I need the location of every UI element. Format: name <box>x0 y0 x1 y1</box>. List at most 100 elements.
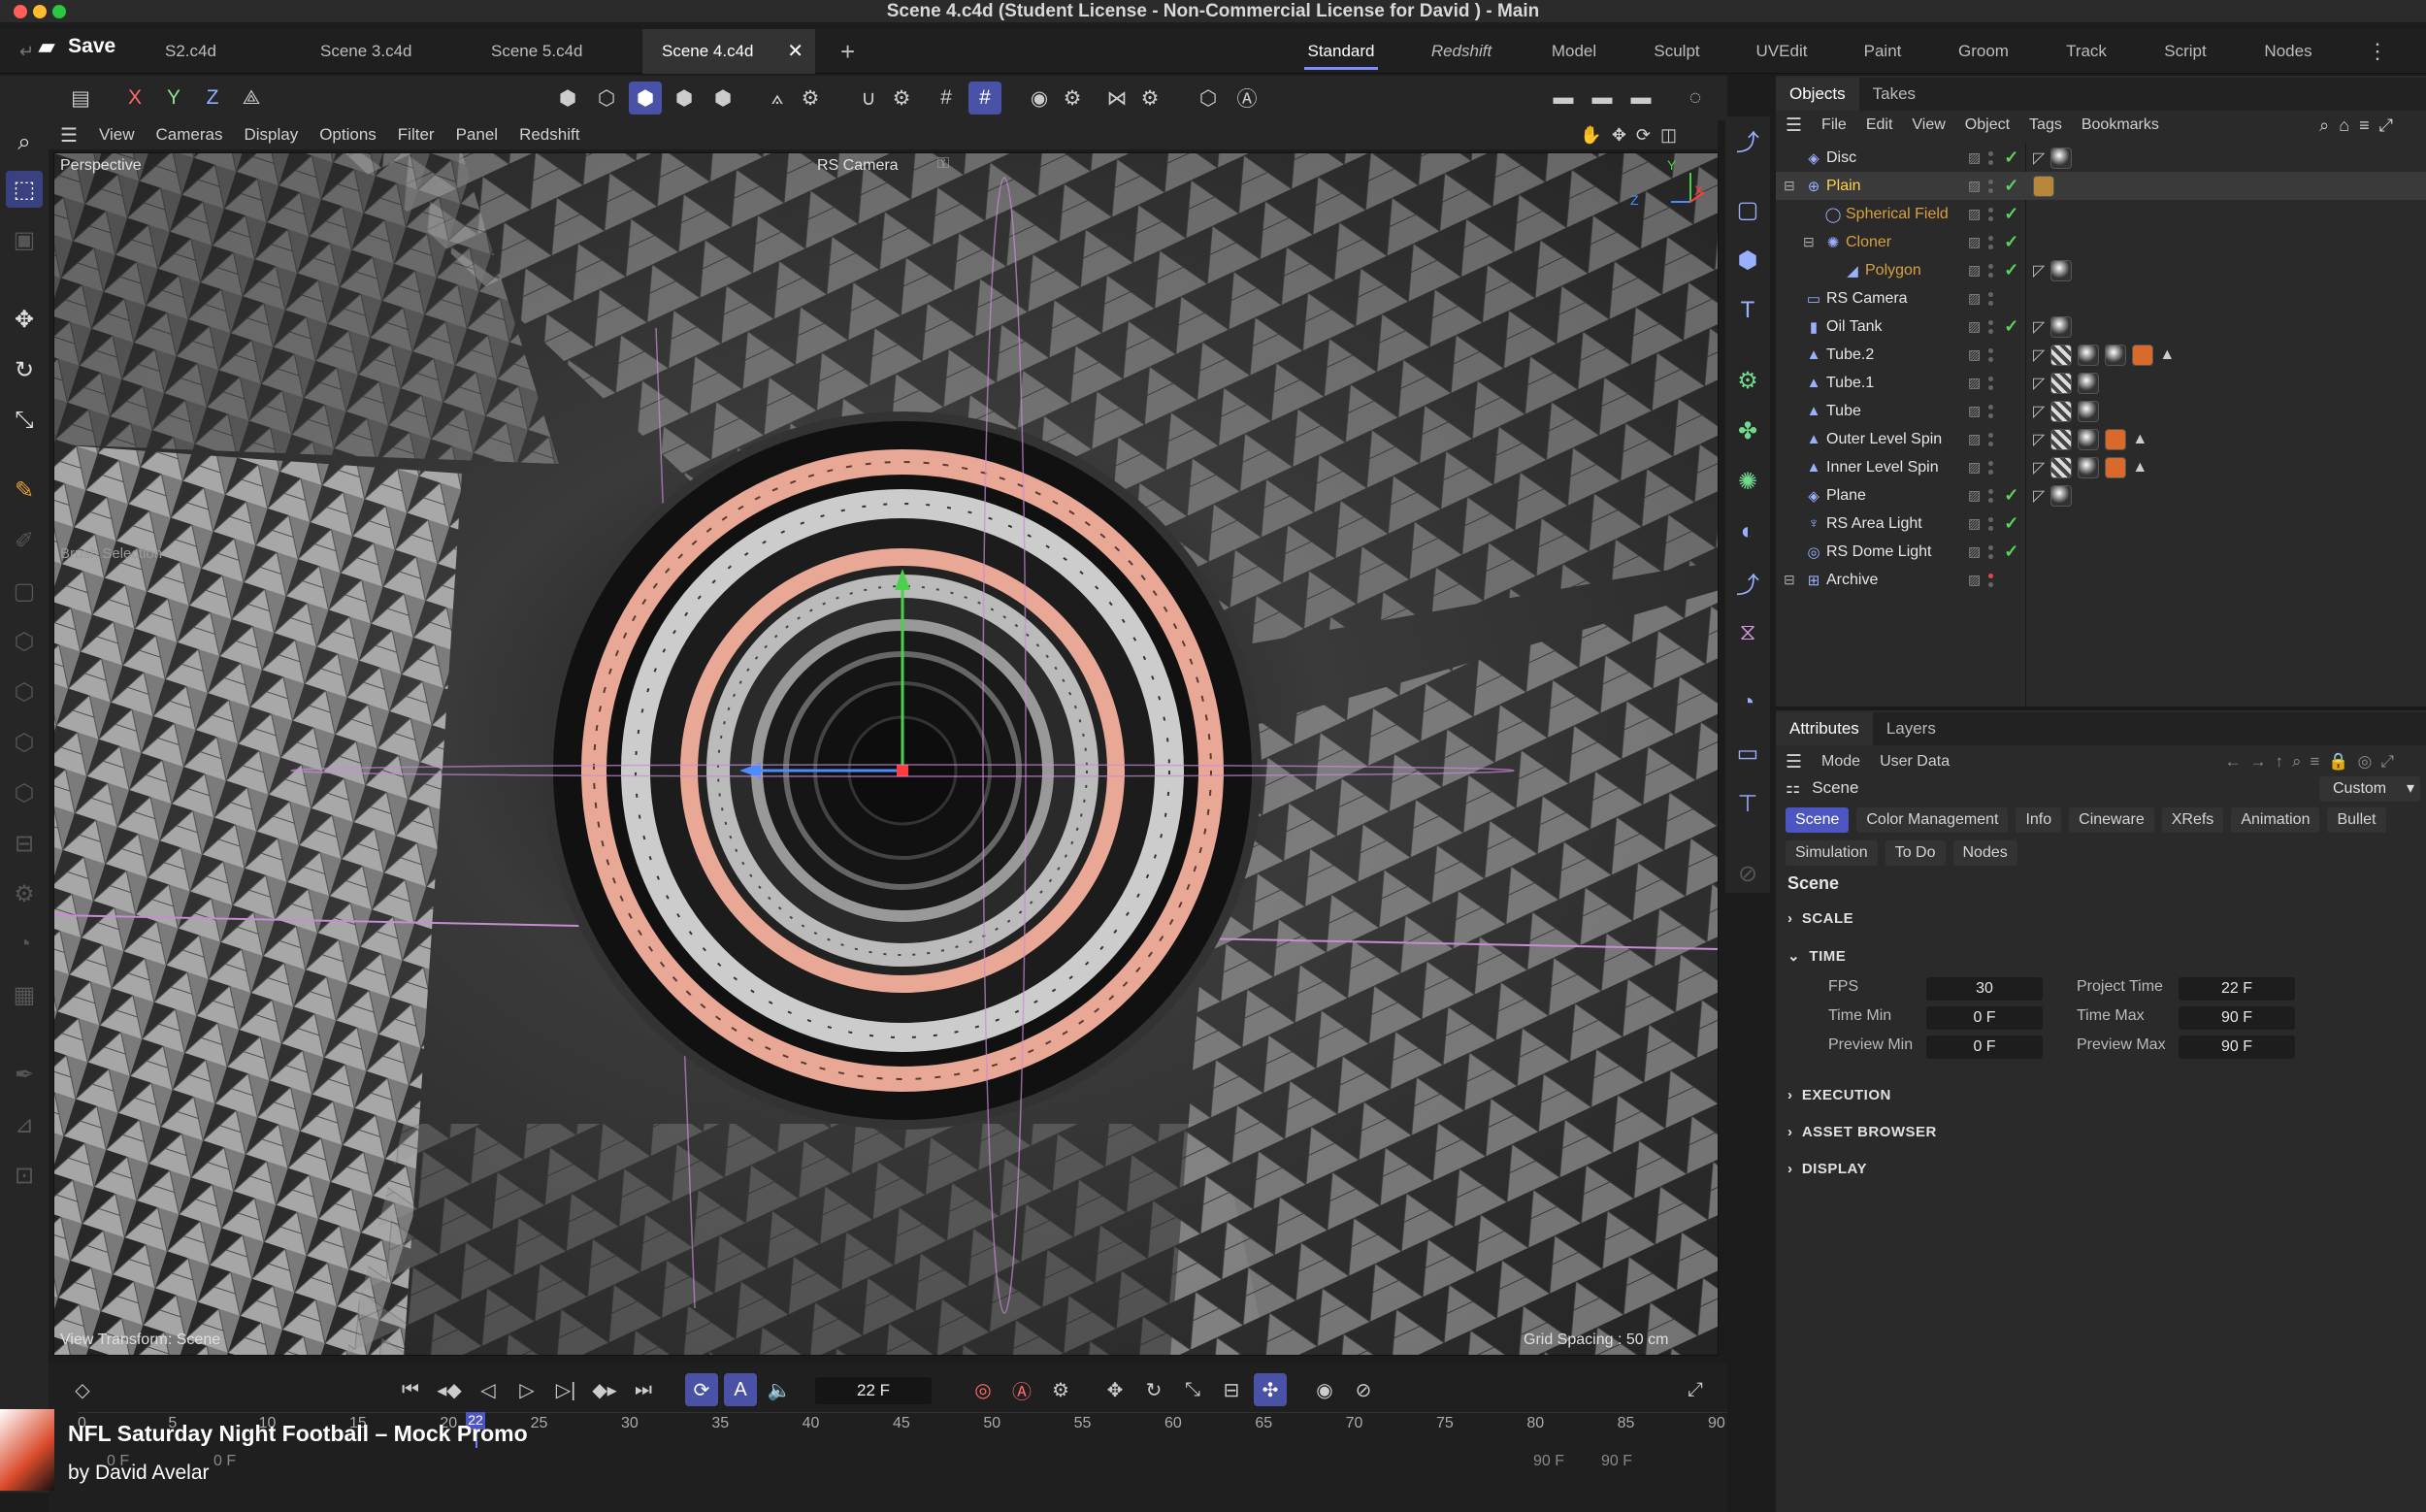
section-execution[interactable]: › EXECUTION <box>1787 1087 1891 1103</box>
sound-icon[interactable]: 🔈 <box>763 1373 796 1406</box>
tab-scene-3[interactable]: Scene 3.c4d <box>301 29 432 74</box>
key-param-icon[interactable]: ⊟ <box>1215 1373 1248 1406</box>
select-tool-icon[interactable]: ⬚ <box>6 171 43 208</box>
3d-viewport[interactable]: Perspective RS Camera ⚿ Brush Selection … <box>53 152 1719 1356</box>
next-key-icon[interactable]: ◆▸ <box>588 1373 621 1406</box>
key-position-icon[interactable]: ✥ <box>1098 1373 1131 1406</box>
visibility-dots[interactable] <box>1988 516 1996 531</box>
section-time[interactable]: ⌄ TIME <box>1787 947 1846 965</box>
render-mode-icon[interactable]: Ⓐ <box>1230 82 1263 115</box>
viewport-projection-label[interactable]: Perspective <box>60 157 142 175</box>
material-tag-icon[interactable] <box>2050 315 2073 338</box>
record-icon[interactable]: ◎ <box>967 1373 1000 1406</box>
enabled-check-icon[interactable]: ✓ <box>2004 316 2018 337</box>
object-row[interactable]: ◈ Plane ▨ ✓ ◸ <box>1776 481 2426 509</box>
enabled-check-icon[interactable]: ✓ <box>2004 204 2018 224</box>
material-tag-icon[interactable] <box>2050 484 2073 507</box>
field-icon[interactable]: ⤴ <box>1730 565 1765 600</box>
object-row[interactable]: ▲ Tube.2 ▨ ◸ ▲ <box>1776 341 2426 369</box>
material-tag-icon[interactable] <box>2132 344 2154 366</box>
obj-menu-view[interactable]: View <box>1912 116 1945 134</box>
point-mode-icon[interactable]: ⬡ <box>6 724 43 761</box>
preview-max-field[interactable]: 90 F <box>2179 1035 2295 1059</box>
attr-chip-bullet[interactable]: Bullet <box>2327 807 2386 833</box>
key-pla-icon[interactable]: ✣ <box>1254 1373 1287 1406</box>
phong-tag-icon[interactable]: ◸ <box>2033 317 2045 337</box>
layer-icon[interactable]: ▨ <box>1968 206 1981 222</box>
layer-icon[interactable]: ▨ <box>1968 487 1981 504</box>
snap-icon[interactable]: ⚙ <box>6 875 43 912</box>
object-row[interactable]: ▲ Tube ▨ ◸ <box>1776 397 2426 425</box>
material-tag-icon[interactable] <box>2078 456 2100 478</box>
object-row[interactable]: ⊟ ⊕ Plain ▨ ✓ <box>1776 172 2426 200</box>
polygon-mode-icon[interactable]: ⬢ <box>706 82 739 115</box>
generator-icon[interactable]: ⚙ <box>1730 363 1765 398</box>
attr-chip-to-do[interactable]: To Do <box>1885 840 1946 866</box>
material-tag-icon[interactable] <box>2105 344 2127 366</box>
go-to-end-icon[interactable]: ⏭ <box>627 1373 660 1406</box>
floor-icon[interactable]: ⊤ <box>1730 786 1765 821</box>
object-row[interactable]: ⊟ ✺ Cloner ▨ ✓ <box>1776 228 2426 256</box>
object-row[interactable]: ▭ RS Camera ▨ <box>1776 284 2426 312</box>
layer-icon[interactable]: ▨ <box>1968 403 1981 419</box>
obj-menu-object[interactable]: Object <box>1965 116 2010 134</box>
tab-objects[interactable]: Objects <box>1776 78 1859 111</box>
obj-menu-tags[interactable]: Tags <box>2029 116 2062 134</box>
visibility-dots[interactable] <box>1988 460 1996 475</box>
uvw-tag-icon[interactable] <box>2050 400 2073 422</box>
project-time-field[interactable]: 22 F <box>2179 977 2295 1001</box>
symmetry-settings-icon[interactable]: ⚙ <box>1133 82 1166 115</box>
object-row[interactable]: ◈ Disc ▨ ✓ ◸ <box>1776 144 2426 172</box>
visibility-dots[interactable] <box>1988 573 1996 587</box>
edge-mode-icon[interactable]: ⬡ <box>6 674 43 710</box>
object-row[interactable]: ◢ Polygon ▨ ✓ ◸ <box>1776 256 2426 284</box>
object-name[interactable]: RS Area Light <box>1826 515 1922 533</box>
object-row[interactable]: ▲ Outer Level Spin ▨ ◸ ▲ <box>1776 425 2426 453</box>
object-name[interactable]: RS Dome Light <box>1826 543 1932 561</box>
object-hamburger-icon[interactable]: ☰ <box>1786 115 1802 137</box>
paint-icon[interactable]: ✒ <box>6 1056 43 1093</box>
minimize-window-button[interactable] <box>33 5 47 18</box>
object-name[interactable]: Tube <box>1826 403 1861 420</box>
measure-icon[interactable]: ⊿ <box>6 1106 43 1143</box>
autokey-icon[interactable]: Ⓐ <box>1005 1373 1038 1406</box>
viewport-camera-label[interactable]: RS Camera <box>817 157 899 175</box>
close-window-button[interactable] <box>14 5 27 18</box>
motion-settings-icon[interactable]: ⊘ <box>1347 1373 1380 1406</box>
time-max-field[interactable]: 90 F <box>2179 1006 2295 1030</box>
guide-icon[interactable]: ⊡ <box>6 1157 43 1194</box>
layer-icon[interactable]: ▨ <box>1968 178 1981 194</box>
x-axis-toggle[interactable]: X <box>118 82 151 115</box>
phong-tag-icon[interactable]: ◸ <box>2033 486 2045 506</box>
spline-icon[interactable]: ▢ <box>1730 192 1765 227</box>
expand-icon[interactable]: ⊟ <box>1803 234 1815 250</box>
attr-chip-animation[interactable]: Animation <box>2231 807 2320 833</box>
render-view-icon[interactable]: ▬ <box>1547 82 1580 115</box>
layout-tab-groom[interactable]: Groom <box>1939 29 2028 74</box>
layout-tab-uvedit[interactable]: UVEdit <box>1737 29 1826 74</box>
layer-icon[interactable]: ▨ <box>1968 290 1981 307</box>
zoom-window-button[interactable] <box>52 5 66 18</box>
uvw-tag-icon[interactable] <box>2050 456 2073 478</box>
obj-menu-bookmarks[interactable]: Bookmarks <box>2082 116 2159 134</box>
section-asset-browser[interactable]: › ASSET BROWSER <box>1787 1124 1937 1140</box>
menu-cameras[interactable]: Cameras <box>155 125 222 145</box>
expand-icon[interactable]: ⊟ <box>1784 572 1795 588</box>
tab-scene-4[interactable]: Scene 4.c4d ✕ <box>642 29 815 74</box>
material-tag-icon[interactable] <box>2078 372 2100 394</box>
tab-layers[interactable]: Layers <box>1873 712 1950 745</box>
render-picture-icon[interactable]: ▬ <box>1586 82 1619 115</box>
attr-chip-simulation[interactable]: Simulation <box>1786 840 1878 866</box>
uvw-tag-icon[interactable] <box>2050 372 2073 394</box>
cube-mode-icon[interactable]: ⬡ <box>6 623 43 660</box>
key-scale-icon[interactable]: ⤡ <box>1176 1373 1209 1406</box>
attribute-nav-icons[interactable]: ←→↑⌕≡🔒◎⤢ <box>2224 752 2403 772</box>
current-frame-field[interactable]: 22 F <box>815 1377 932 1404</box>
close-tab-icon[interactable]: ✕ <box>787 29 803 74</box>
phong-tag-icon[interactable]: ◸ <box>2033 402 2045 421</box>
attr-chip-color-management[interactable]: Color Management <box>1856 807 2009 833</box>
layer-icon[interactable]: ▨ <box>1968 543 1981 560</box>
layer-icon[interactable]: ▨ <box>1968 149 1981 166</box>
text-icon[interactable]: T <box>1730 293 1765 328</box>
expand-icon[interactable]: ⊟ <box>1784 178 1795 194</box>
